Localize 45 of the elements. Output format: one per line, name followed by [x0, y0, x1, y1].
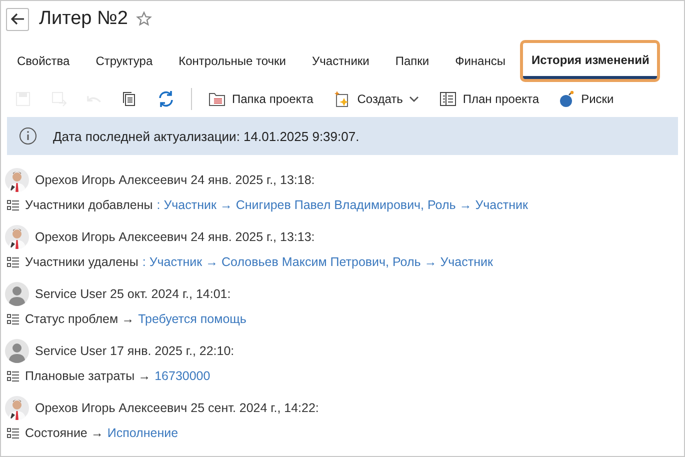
back-arrow-icon	[10, 13, 24, 25]
author-line: Орехов Игорь Алексеевич 25 сент. 2024 г., 14:22:	[35, 401, 319, 415]
author-line: Орехов Игорь Алексеевич 24 янв. 2025 г., 13:18:	[35, 173, 315, 187]
author-line: Service User 25 окт. 2024 г., 14:01:	[35, 287, 231, 301]
change-label: Статус проблем →	[25, 312, 134, 326]
tab[interactable]: Участники	[304, 43, 378, 79]
chevron-down-icon	[408, 95, 419, 103]
author-line: Service User 17 янв. 2025 г., 22:10:	[35, 344, 234, 358]
tab[interactable]: История изменений	[523, 43, 658, 79]
change-label: Состояние →	[25, 426, 104, 440]
change-value: : Участник → Снигирев Павел Владимирович, Роль → Участник	[156, 198, 528, 212]
change-value: Требуется помощь	[138, 312, 246, 326]
folder-button[interactable]: Папка проекта	[200, 88, 322, 110]
tab[interactable]: Контрольные точки	[170, 43, 294, 79]
info-icon	[19, 127, 37, 145]
plan-button[interactable]: План проекта	[430, 88, 548, 110]
info-text: Дата последней актуализации: 14.01.2025 9:39:07.	[53, 128, 360, 144]
page-title: Литер №2	[39, 8, 128, 30]
refresh-icon	[157, 90, 175, 108]
change-label: Участники удалены	[25, 255, 138, 269]
tab[interactable]: Папки	[387, 43, 438, 79]
bomb-icon	[559, 90, 576, 108]
list-icon	[7, 256, 19, 268]
change-value: Исполнение	[107, 426, 178, 440]
risks-button[interactable]: Риски	[551, 87, 622, 111]
user-avatar-icon	[5, 339, 29, 363]
change-label: Плановые затраты →	[25, 369, 151, 383]
author-line: Орехов Игорь Алексеевич 24 янв. 2025 г., 13:13:	[35, 230, 315, 244]
list-icon	[7, 428, 19, 438]
create-button[interactable]: Создать	[325, 87, 427, 111]
tab[interactable]: Структура	[88, 43, 161, 79]
back-button[interactable]	[6, 8, 29, 30]
star-icon[interactable]	[136, 11, 152, 27]
tab[interactable]: Свойства	[9, 43, 78, 79]
list-icon	[7, 370, 19, 382]
list-icon	[7, 314, 19, 324]
change-value: : Участник → Соловьев Максим Петрович, Роль → Участник	[142, 255, 493, 269]
tab[interactable]: Финансы	[447, 43, 514, 79]
list-icon	[7, 200, 19, 210]
change-value: 16730000	[154, 369, 210, 383]
copy-icon	[121, 91, 137, 107]
folder-icon	[208, 91, 226, 107]
table-icon	[438, 91, 457, 107]
user-avatar-icon	[5, 282, 29, 306]
change-label: Участники добавлены	[25, 198, 153, 212]
